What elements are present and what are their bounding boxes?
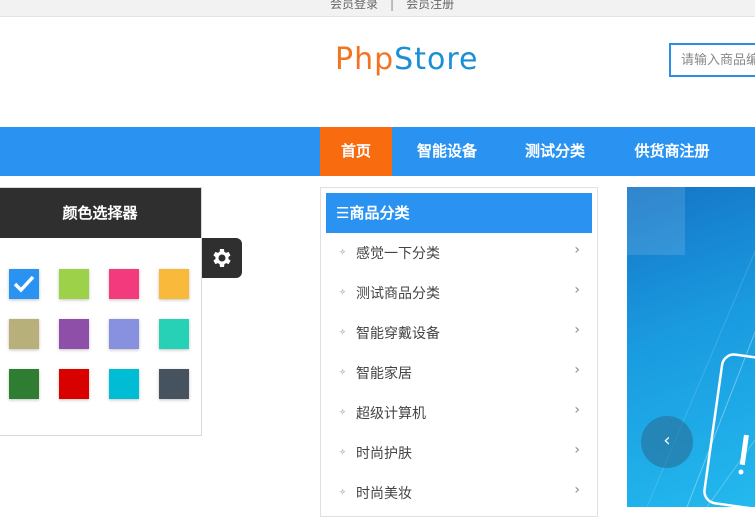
category-item-label: 测试商品分类 [356,286,440,302]
category-item[interactable]: ⟡ 超级计算机 › [326,394,592,434]
nav-item-home[interactable]: 首页 [320,127,392,176]
category-item[interactable]: ⟡ 感觉一下分类 › [326,234,592,274]
top-links: 会员登录 | 会员注册 [330,0,454,11]
color-picker-toggle[interactable] [202,238,242,278]
category-item-label: 时尚护肤 [356,446,412,462]
color-swatch[interactable] [159,269,189,299]
login-link[interactable]: 会员登录 [330,0,378,11]
menu-icon: ☰ [336,204,350,222]
hero-banner[interactable]: ‹ [627,187,755,507]
main-nav: 首页 智能设备 测试分类 供货商注册 [0,127,755,176]
category-item[interactable]: ⟡ 测试商品分类 › [326,274,592,314]
chevron-left-icon: ‹ [663,430,671,451]
register-link[interactable]: 会员注册 [406,0,454,11]
color-swatch[interactable] [109,319,139,349]
category-item-label: 超级计算机 [356,406,426,422]
color-swatch[interactable] [109,369,139,399]
carousel-prev-button[interactable]: ‹ [641,416,693,468]
diamond-bullet-icon: ⟡ [340,287,346,296]
color-swatch-selected[interactable] [9,269,39,299]
diamond-bullet-icon: ⟡ [340,407,346,416]
chevron-right-icon: › [574,482,580,498]
nav-item-smart-devices[interactable]: 智能设备 [404,127,490,176]
color-swatch[interactable] [9,319,39,349]
diamond-bullet-icon: ⟡ [340,327,346,336]
top-bar: 会员登录 | 会员注册 [0,0,755,17]
logo-store-text: Store [394,42,479,77]
category-item[interactable]: ⟡ 时尚护肤 › [326,434,592,474]
checkmark-icon [13,275,35,293]
category-header: ☰商品分类 [326,193,592,233]
gear-icon [213,249,231,267]
diamond-bullet-icon: ⟡ [340,247,346,256]
category-item-label: 时尚美妆 [356,486,412,502]
chevron-right-icon: › [574,322,580,338]
category-item[interactable]: ⟡ 智能家居 › [326,354,592,394]
chevron-right-icon: › [574,402,580,418]
category-item[interactable]: ⟡ 智能穿戴设备 › [326,314,592,354]
color-swatch[interactable] [59,369,89,399]
chevron-right-icon: › [574,362,580,378]
color-swatch[interactable] [159,369,189,399]
category-item-label: 智能家居 [356,366,412,382]
top-separator: | [390,0,395,11]
color-picker-title: 颜色选择器 [0,188,201,238]
chevron-right-icon: › [574,242,580,258]
diamond-bullet-icon: ⟡ [340,367,346,376]
color-swatch[interactable] [59,269,89,299]
site-logo[interactable]: PhpStore [335,40,478,80]
chevron-right-icon: › [574,282,580,298]
category-item[interactable]: ⟡ 时尚美妆 › [326,474,592,514]
logo-php-text: Php [335,42,395,77]
color-picker-panel: 颜色选择器 [0,187,202,436]
search-input[interactable] [669,43,755,77]
color-swatch[interactable] [109,269,139,299]
nav-item-test-category[interactable]: 测试分类 [512,127,598,176]
color-swatch[interactable] [159,319,189,349]
category-panel: ☰商品分类 ⟡ 感觉一下分类 › ⟡ 测试商品分类 › ⟡ 智能穿戴设备 › ⟡ 智能家居 › ⟡ 超级计… [320,187,598,517]
category-title: 商品分类 [349,204,410,222]
color-swatch[interactable] [59,319,89,349]
nav-item-supplier-register[interactable]: 供货商注册 [620,127,724,176]
category-item-label: 智能穿戴设备 [356,326,440,342]
diamond-bullet-icon: ⟡ [340,487,346,496]
category-item-label: 感觉一下分类 [356,246,440,262]
diamond-bullet-icon: ⟡ [340,447,346,456]
color-swatch[interactable] [9,369,39,399]
chevron-right-icon: › [574,442,580,458]
